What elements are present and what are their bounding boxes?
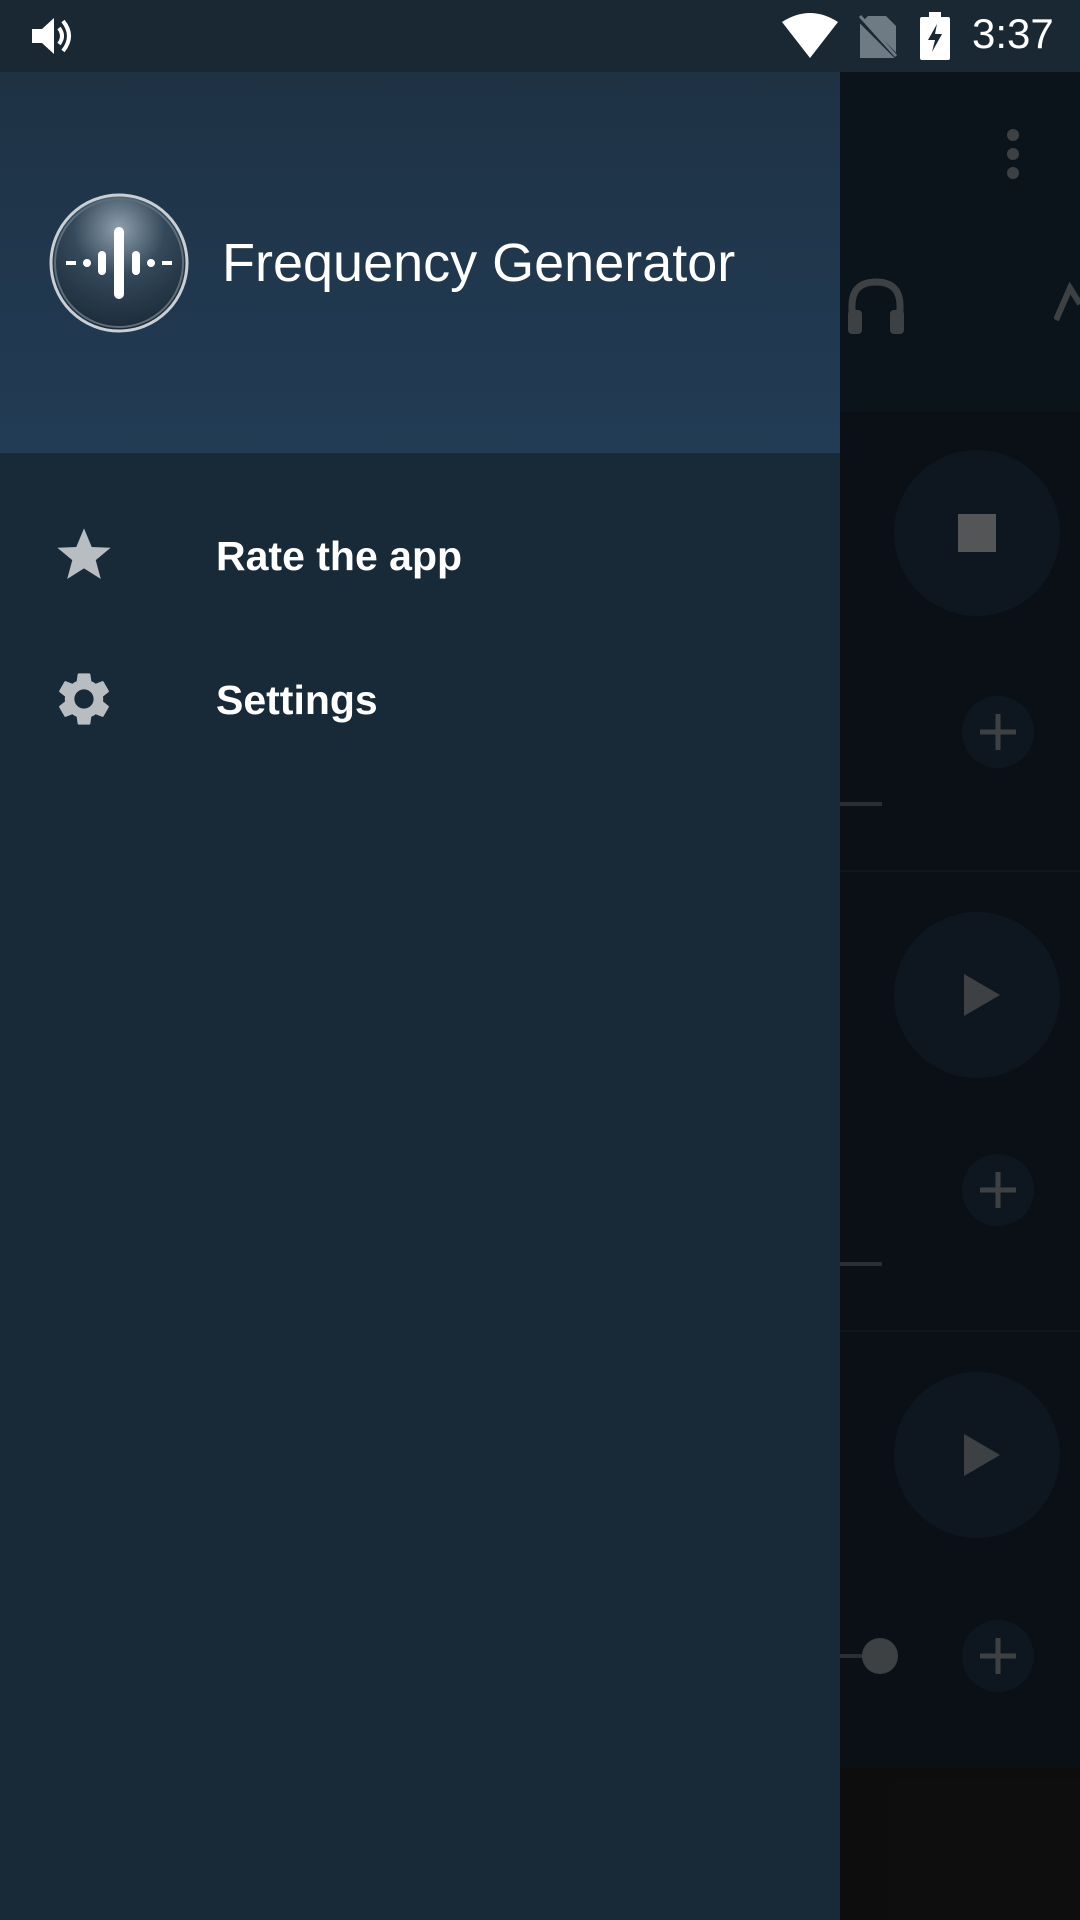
drawer-item-settings[interactable]: Settings xyxy=(0,627,840,767)
wifi-icon xyxy=(782,13,838,58)
drawer-item-rate-the-app[interactable]: Rate the app xyxy=(0,483,840,623)
status-bar: 3:37 xyxy=(0,0,1080,72)
battery-charging-icon xyxy=(920,12,950,60)
no-sim-icon xyxy=(858,14,898,60)
drawer-item-label: Rate the app xyxy=(216,533,463,579)
app-title: Frequency Generator xyxy=(222,233,736,293)
gear-icon xyxy=(59,673,109,725)
star-icon xyxy=(57,528,111,579)
drawer-header: Frequency Generator xyxy=(0,72,840,453)
clock: 3:37 xyxy=(972,10,1054,57)
navigation-drawer: Frequency Generator Rate the app Setting… xyxy=(0,72,840,1920)
volume-icon xyxy=(32,18,71,54)
drawer-item-label: Settings xyxy=(216,677,378,723)
waveform-logo-icon xyxy=(49,193,189,333)
